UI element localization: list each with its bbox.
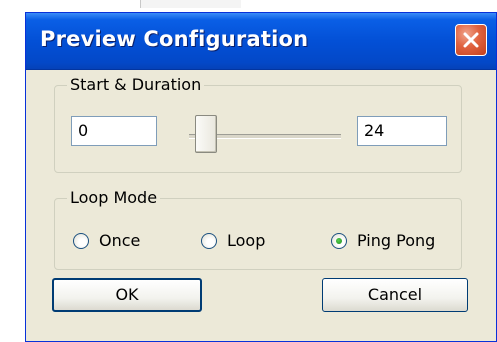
close-icon xyxy=(463,32,479,48)
title-bar[interactable]: Preview Configuration xyxy=(26,13,496,70)
background-window-strip xyxy=(140,0,241,8)
radio-once[interactable]: Once xyxy=(73,231,140,250)
loop-mode-label: Loop Mode xyxy=(67,188,161,207)
dialog-client-area: Start & Duration 0 24 Loop Mode Once Loo… xyxy=(26,70,496,341)
dialog-title: Preview Configuration xyxy=(40,27,309,51)
preview-configuration-dialog: Preview Configuration Start & Duration 0… xyxy=(25,12,497,342)
radio-once-label[interactable]: Once xyxy=(99,231,140,250)
radio-selected-dot xyxy=(336,237,342,244)
loop-mode-group: Loop Mode Once Loop Ping Pong xyxy=(54,188,462,270)
radio-once-circle[interactable] xyxy=(73,232,89,249)
radio-loop-label[interactable]: Loop xyxy=(227,231,265,250)
slider-thumb[interactable] xyxy=(195,115,217,153)
radio-ping-pong[interactable]: Ping Pong xyxy=(331,231,435,250)
start-duration-label: Start & Duration xyxy=(67,75,205,94)
duration-input[interactable]: 24 xyxy=(357,116,447,146)
ok-button[interactable]: OK xyxy=(52,278,202,312)
start-frame-input[interactable]: 0 xyxy=(71,116,157,146)
radio-loop-circle[interactable] xyxy=(201,232,217,249)
cancel-button[interactable]: Cancel xyxy=(322,278,468,312)
close-button[interactable] xyxy=(455,24,487,56)
radio-ping-pong-circle[interactable] xyxy=(331,232,347,249)
radio-ping-pong-label[interactable]: Ping Pong xyxy=(357,231,435,250)
start-duration-group: Start & Duration 0 24 xyxy=(54,75,462,173)
radio-loop[interactable]: Loop xyxy=(201,231,265,250)
